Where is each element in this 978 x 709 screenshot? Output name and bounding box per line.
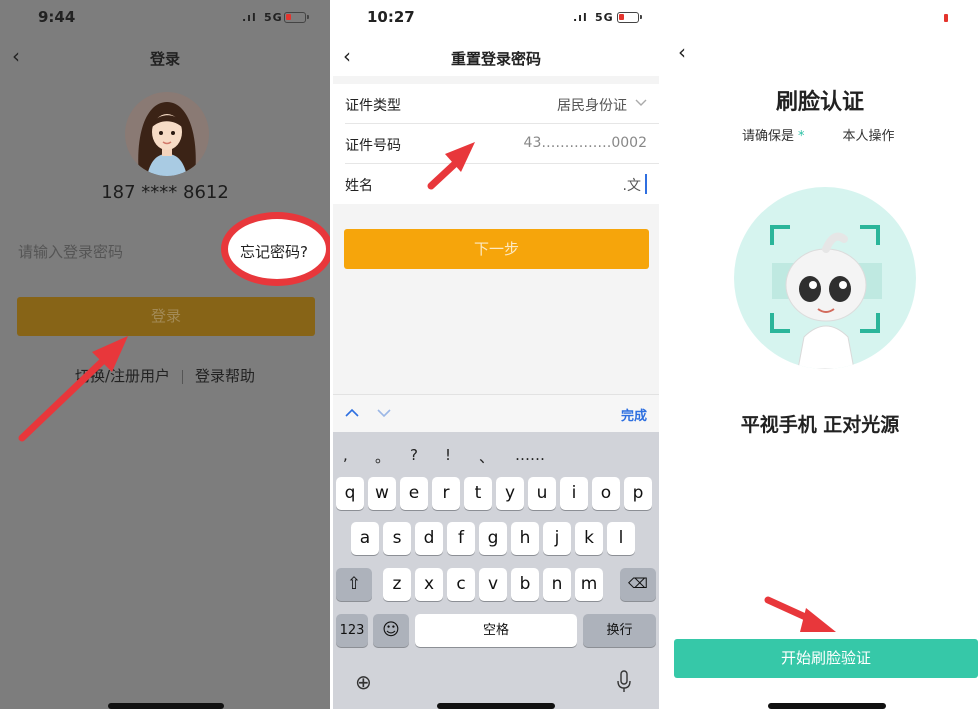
key-d[interactable]: d — [415, 522, 443, 555]
face-verification-screen: ‹ 刷脸认证 请确保是 * 本人操作 平视手机 正对光源 开始刷脸验证 — [662, 0, 978, 709]
emoji-key[interactable]: ☺ — [373, 614, 409, 647]
key-z[interactable]: z — [383, 568, 411, 601]
key-j[interactable]: j — [543, 522, 571, 555]
punct-key[interactable]: 、 — [479, 446, 494, 467]
annotation-arrow — [18, 336, 128, 442]
space-key[interactable]: 空格 — [415, 614, 577, 647]
key-i[interactable]: i — [560, 477, 588, 510]
login-screen: 9:44 .ıl 5G ‹ 登录 187 **** 8612 请输入登录密码 忘… — [0, 0, 330, 709]
keyboard-toolbar: 完成 — [333, 394, 659, 432]
punct-key[interactable]: …… — [515, 446, 545, 464]
key-s[interactable]: s — [383, 522, 411, 555]
backspace-key[interactable]: ⌫ — [620, 568, 656, 601]
key-n[interactable]: n — [543, 568, 571, 601]
globe-icon[interactable]: ⊕ — [355, 670, 372, 694]
punct-key[interactable]: ! — [445, 446, 451, 464]
key-h[interactable]: h — [511, 522, 539, 555]
shift-key[interactable]: ⇧ — [336, 568, 372, 601]
key-f[interactable]: f — [447, 522, 475, 555]
keyboard: , 。 ? ! 、 …… q w e r t y u i o p a s d f… — [333, 432, 659, 709]
annotation-arrow — [764, 596, 836, 632]
key-o[interactable]: o — [592, 477, 620, 510]
chevron-down-icon[interactable] — [377, 408, 391, 418]
key-w[interactable]: w — [368, 477, 396, 510]
return-key[interactable]: 换行 — [583, 614, 656, 647]
key-x[interactable]: x — [415, 568, 443, 601]
punct-key[interactable]: , — [343, 446, 348, 464]
key-c[interactable]: c — [447, 568, 475, 601]
home-indicator — [437, 703, 555, 709]
key-u[interactable]: u — [528, 477, 556, 510]
punct-key[interactable]: ? — [410, 446, 418, 464]
key-r[interactable]: r — [432, 477, 460, 510]
key-l[interactable]: l — [607, 522, 635, 555]
chevron-up-icon[interactable] — [345, 408, 359, 418]
home-indicator — [108, 703, 224, 709]
numbers-key[interactable]: 123 — [336, 614, 368, 647]
key-m[interactable]: m — [575, 568, 603, 601]
microphone-icon[interactable] — [616, 670, 632, 694]
home-indicator — [768, 703, 886, 709]
key-b[interactable]: b — [511, 568, 539, 601]
key-a[interactable]: a — [351, 522, 379, 555]
key-q[interactable]: q — [336, 477, 364, 510]
key-e[interactable]: e — [400, 477, 428, 510]
done-button[interactable]: 完成 — [621, 405, 647, 424]
punct-key[interactable]: 。 — [375, 446, 390, 467]
reset-password-screen: 10:27 .ıl 5G ‹ 重置登录密码 证件类型 居民身份证 证件号码 43… — [333, 0, 659, 709]
key-y[interactable]: y — [496, 477, 524, 510]
key-p[interactable]: p — [624, 477, 652, 510]
key-t[interactable]: t — [464, 477, 492, 510]
key-v[interactable]: v — [479, 568, 507, 601]
start-face-verification-button[interactable]: 开始刷脸验证 — [674, 639, 978, 678]
key-k[interactable]: k — [575, 522, 603, 555]
key-g[interactable]: g — [479, 522, 507, 555]
